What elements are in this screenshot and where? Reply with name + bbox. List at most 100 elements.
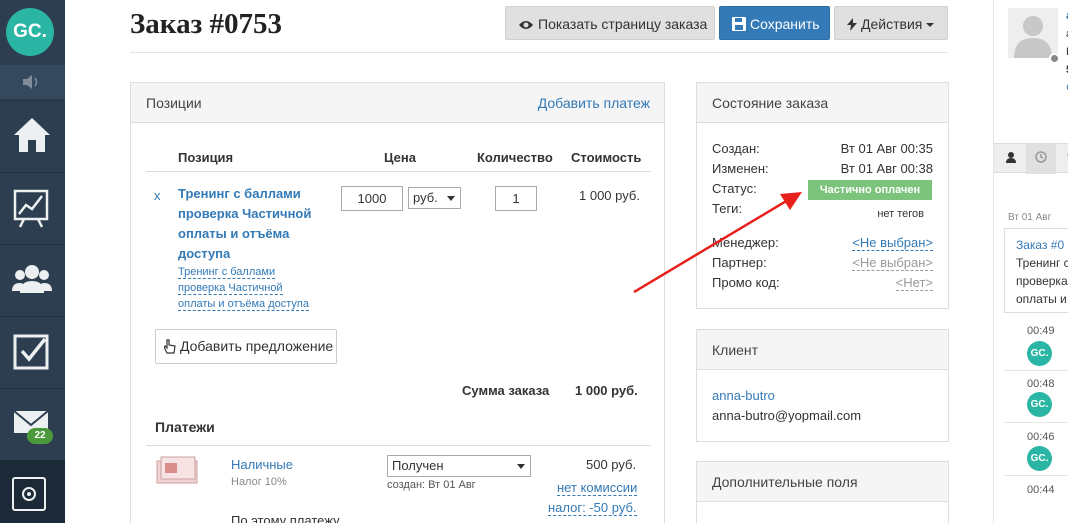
quantity-input[interactable]: 1 <box>495 186 537 211</box>
positions-panel-header: Позиции Добавить платеж <box>131 83 664 123</box>
positions-title: Позиции <box>146 95 202 111</box>
position-name-line[interactable]: Тренинг с баллами <box>178 186 301 201</box>
activity-column: a a Б 5 ¢ Y Вт 01 Авг Заказ #0 Тренинг с… <box>993 0 1068 523</box>
tab-third[interactable]: Y <box>1056 144 1068 174</box>
currency-select[interactable]: руб. <box>408 187 461 209</box>
history-icon <box>1035 151 1047 163</box>
sidebar-item-tasks[interactable] <box>0 316 65 388</box>
extra-fields-panel: Дополнительные поля <box>696 461 949 523</box>
event-time: 00:49 <box>1027 325 1055 337</box>
payment-status-select[interactable]: Получен <box>387 455 531 477</box>
users-icon <box>12 265 52 293</box>
event-time: 00:44 <box>1027 484 1055 496</box>
sidebar-item-users[interactable] <box>0 244 65 316</box>
col-header-quantity: Количество <box>477 150 553 165</box>
changed-label: Изменен: <box>712 161 769 176</box>
positions-panel: Позиции Добавить платеж Позиция Цена Кол… <box>130 82 665 523</box>
actions-dropdown[interactable]: Действия <box>834 6 948 40</box>
payment-tax-rate: Налог 10% <box>231 476 287 488</box>
user-avatar-icon[interactable] <box>1008 8 1058 58</box>
activity-tabs: Y <box>994 143 1068 174</box>
remove-position-button[interactable]: x <box>154 188 161 203</box>
activity-card-text: проверка <box>1016 274 1068 288</box>
add-payment-link[interactable]: Добавить платеж <box>538 83 650 123</box>
page-title: Заказ #0753 <box>130 8 282 40</box>
chevron-down-icon <box>517 464 525 469</box>
unread-messages-badge: 22 <box>27 428 53 444</box>
partner-select-link[interactable]: <Не выбран> <box>852 255 933 271</box>
show-order-page-button[interactable]: Показать страницу заказа <box>505 6 715 40</box>
offer-link-line[interactable]: Тренинг с баллами <box>178 266 276 279</box>
sidebar-item-stats[interactable] <box>0 172 65 244</box>
extra-fields-title: Дополнительные поля <box>712 474 858 490</box>
position-name-line[interactable]: проверка Частичной <box>178 206 311 221</box>
sidebar-item-home[interactable] <box>0 100 65 172</box>
tags-value[interactable]: нет тегов <box>877 208 924 220</box>
annotation-arrow <box>633 192 802 294</box>
created-label: Создан: <box>712 141 760 156</box>
client-panel: Клиент anna-butro anna-butro@yopmail.com <box>696 329 949 442</box>
title-divider <box>130 52 948 53</box>
chevron-down-icon <box>926 23 935 27</box>
tab-history[interactable] <box>1026 144 1056 174</box>
floppy-icon <box>732 17 746 31</box>
payment-amount: 500 руб. <box>586 457 637 472</box>
chevron-down-icon <box>447 196 455 201</box>
price-input[interactable]: 1000 <box>341 186 403 211</box>
activity-date: Вт 01 Авг <box>1008 212 1052 223</box>
client-email: anna-butro@yopmail.com <box>712 408 862 423</box>
col-header-cost: Стоимость <box>571 150 642 165</box>
event-time: 00:48 <box>1027 378 1055 390</box>
safe-icon <box>12 477 46 511</box>
event-divider <box>1004 422 1068 423</box>
lightning-icon <box>847 18 857 31</box>
event-time: 00:46 <box>1027 431 1055 443</box>
event-avatar: GC. <box>1027 341 1052 366</box>
payment-tax-link[interactable]: налог: -50 руб. <box>548 500 637 516</box>
payments-title: Платежи <box>155 419 215 435</box>
activity-card-link[interactable]: Заказ #0 <box>1016 238 1064 252</box>
payment-method-link[interactable]: Наличные <box>231 457 293 472</box>
payment-note: По этому платежу <box>231 513 340 523</box>
position-name-line[interactable]: оплаты и отъёма <box>178 226 289 241</box>
order-state-title: Состояние заказа <box>712 95 829 111</box>
main-sidebar: GC. 22 <box>0 0 65 523</box>
logo[interactable]: GC. <box>0 0 65 65</box>
client-header: Клиент <box>697 330 948 370</box>
col-header-price: Цена <box>384 150 416 165</box>
offer-link-line[interactable]: оплаты и отъёма доступа <box>178 298 309 311</box>
activity-card[interactable]: Заказ #0 Тренинг с проверка оплаты и <box>1004 228 1068 313</box>
position-name-line[interactable]: доступа <box>178 246 230 261</box>
chart-icon <box>13 189 49 228</box>
event-avatar: GC. <box>1027 392 1052 417</box>
add-offer-button[interactable]: Добавить предложение <box>155 329 337 364</box>
show-order-page-label: Показать страницу заказа <box>538 16 708 32</box>
sound-toggle[interactable] <box>0 65 65 99</box>
col-header-item: Позиция <box>178 150 234 165</box>
activity-card-text: оплаты и <box>1016 292 1067 306</box>
currency-value: руб. <box>413 190 438 205</box>
tab-user[interactable] <box>996 144 1026 174</box>
promo-select-link[interactable]: <Нет> <box>895 275 933 291</box>
order-total-label: Сумма заказа <box>462 383 550 398</box>
save-label: Сохранить <box>750 16 820 32</box>
payments-divider <box>146 445 651 446</box>
table-header-divider <box>146 171 651 172</box>
cash-icon <box>156 456 198 484</box>
order-state-header: Состояние заказа <box>697 83 948 123</box>
sidebar-item-safe[interactable] <box>0 460 65 523</box>
offer-link-line[interactable]: проверка Частичной <box>178 282 283 295</box>
save-button[interactable]: Сохранить <box>719 6 830 40</box>
client-title: Клиент <box>712 342 759 358</box>
checkbox-icon <box>13 334 49 370</box>
payment-status-value: Получен <box>392 458 444 473</box>
status-badge[interactable]: Частично оплачен <box>808 180 932 200</box>
order-total-value: 1 000 руб. <box>575 383 638 398</box>
eye-icon <box>519 21 533 29</box>
client-name-link[interactable]: anna-butro <box>712 388 775 403</box>
manager-select-link[interactable]: <Не выбран> <box>852 235 933 251</box>
sidebar-item-messages[interactable] <box>0 388 65 460</box>
payment-commission-link[interactable]: нет комиссии <box>557 480 638 496</box>
add-offer-label: Добавить предложение <box>180 338 334 354</box>
logo-mark: GC. <box>6 8 54 56</box>
